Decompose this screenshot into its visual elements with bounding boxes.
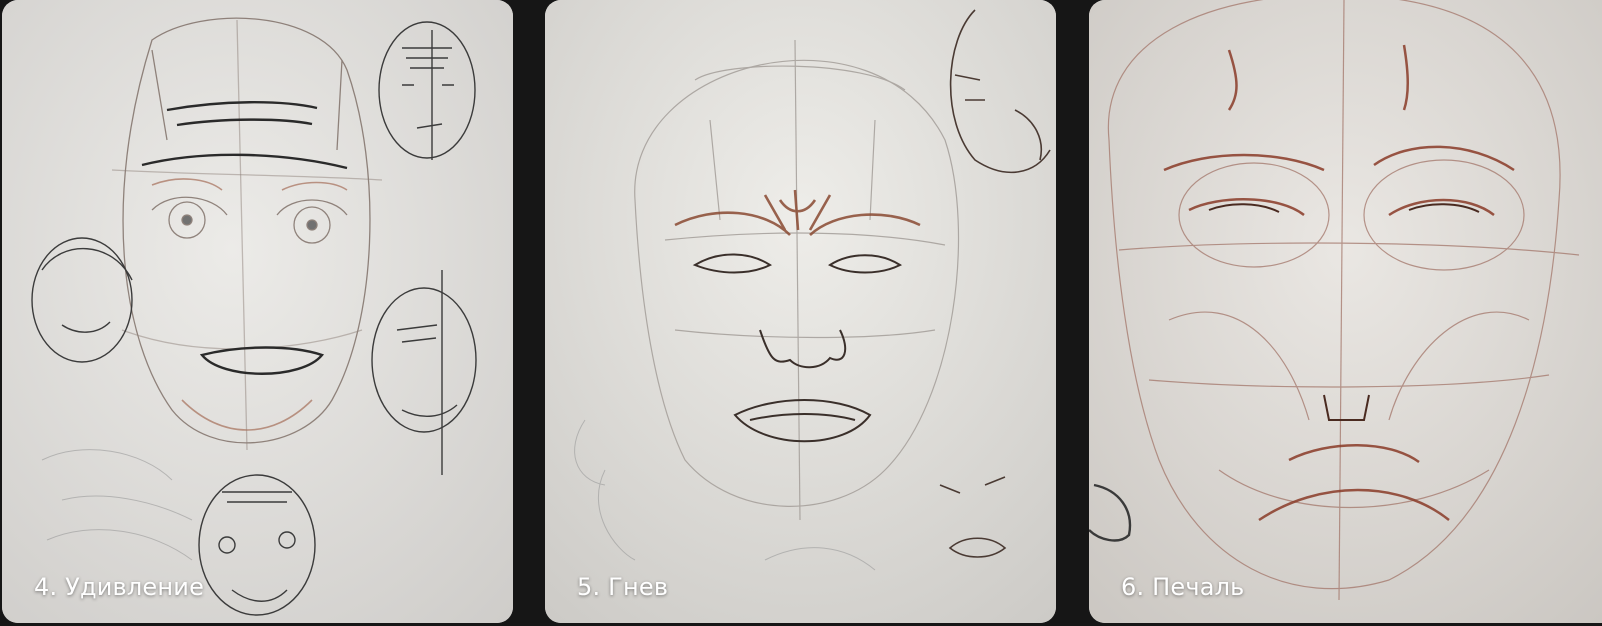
card-caption: 5. Гнев <box>577 573 669 601</box>
anger-face-sketch <box>545 0 1056 623</box>
gallery-card-anger[interactable]: 5. Гнев <box>545 0 1056 623</box>
surprise-face-sketch <box>2 0 513 623</box>
gallery-card-surprise[interactable]: 4. Удивление <box>2 0 513 623</box>
card-caption: 6. Печаль <box>1121 573 1245 601</box>
sadness-face-sketch <box>1089 0 1602 623</box>
card-caption: 4. Удивление <box>34 573 205 601</box>
gallery-card-sadness[interactable]: 6. Печаль <box>1089 0 1602 623</box>
